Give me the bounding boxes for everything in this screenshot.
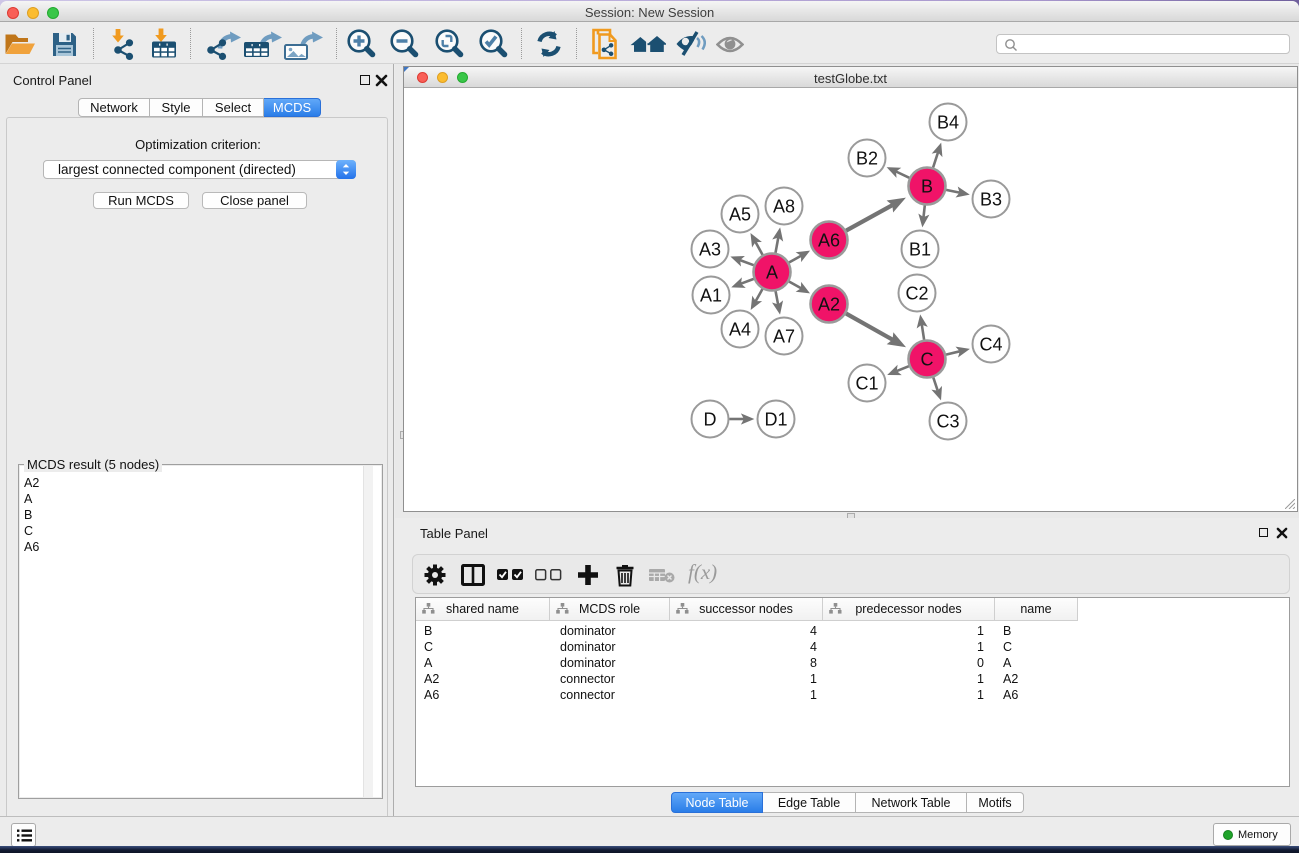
svg-text:D: D <box>704 410 717 430</box>
svg-text:A2: A2 <box>818 295 840 315</box>
svg-text:C1: C1 <box>855 374 878 394</box>
svg-text:A4: A4 <box>729 320 751 340</box>
svg-text:A5: A5 <box>729 205 751 225</box>
svg-text:A6: A6 <box>818 231 840 251</box>
svg-text:A7: A7 <box>773 327 795 347</box>
svg-text:A: A <box>766 263 778 283</box>
svg-text:C: C <box>921 350 934 370</box>
svg-text:C4: C4 <box>979 335 1002 355</box>
svg-text:B: B <box>921 177 933 197</box>
svg-text:B1: B1 <box>909 240 931 260</box>
svg-text:D1: D1 <box>764 410 787 430</box>
svg-text:B3: B3 <box>980 190 1002 210</box>
svg-text:A1: A1 <box>700 286 722 306</box>
svg-text:C2: C2 <box>905 284 928 304</box>
svg-text:B2: B2 <box>856 149 878 169</box>
svg-text:B4: B4 <box>937 113 959 133</box>
svg-text:C3: C3 <box>936 412 959 432</box>
svg-text:A8: A8 <box>773 197 795 217</box>
svg-text:A3: A3 <box>699 240 721 260</box>
